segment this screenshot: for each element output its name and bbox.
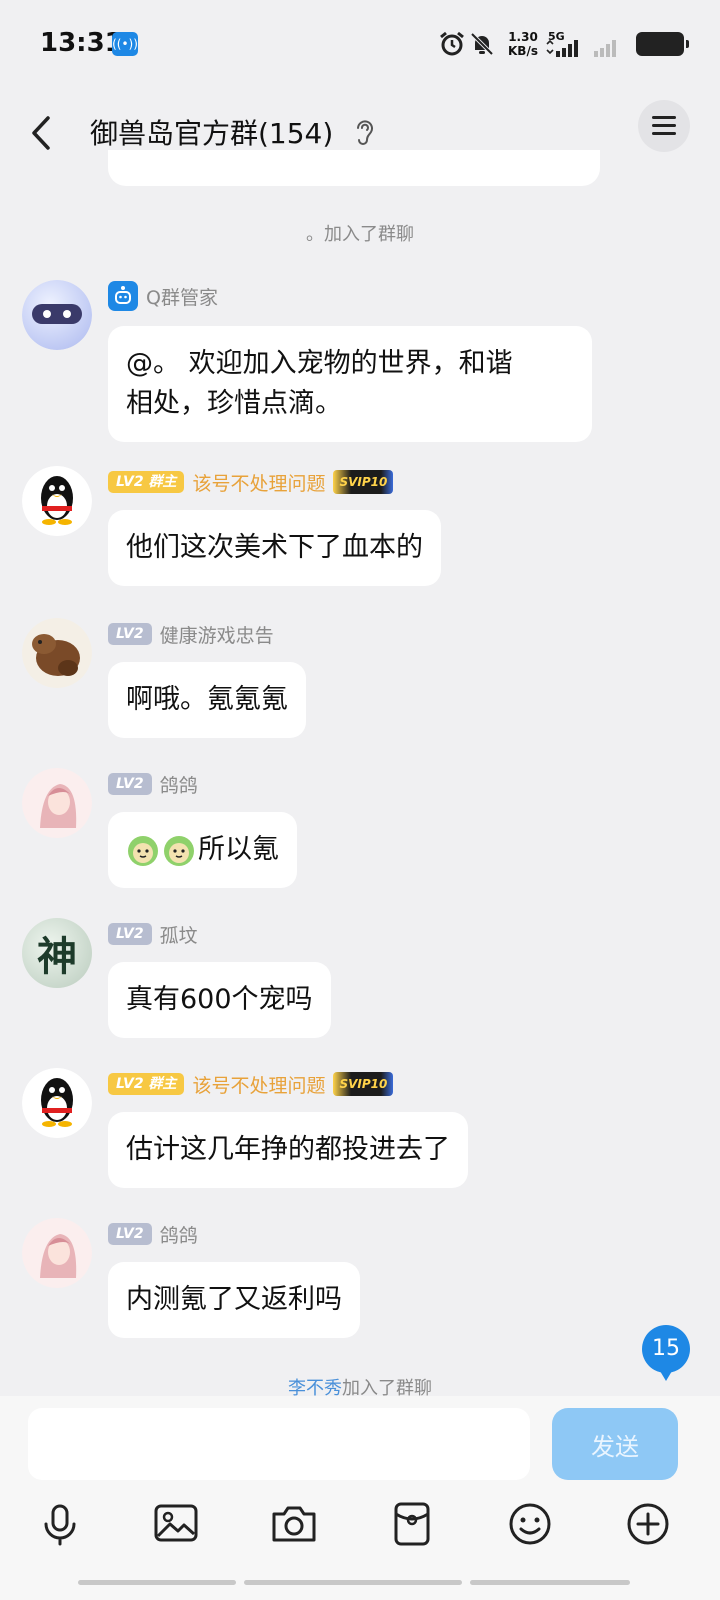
alarm-icon — [440, 31, 464, 56]
gesture-bar — [470, 1580, 630, 1585]
message-text: @。 欢迎加入宠物的世界，和谐 — [126, 348, 513, 379]
level-text: LV2 — [116, 474, 144, 490]
svip-badge: SVIP10 — [333, 1072, 394, 1096]
avatar[interactable] — [22, 1218, 92, 1288]
battery-icon — [636, 32, 689, 56]
svip-badge: SVIP10 — [333, 470, 394, 494]
message-bubble[interactable]: @。 欢迎加入宠物的世界，和谐 相处，珍惜点滴。 — [108, 326, 592, 442]
sender-name[interactable]: 孤坟 — [160, 921, 198, 948]
role-text: 群主 — [148, 1076, 177, 1092]
message-text: 所以氪 — [198, 834, 279, 865]
unread-count-badge[interactable]: 15 — [642, 1325, 690, 1381]
status-time: 13:31 — [40, 28, 123, 58]
robot-icon — [108, 281, 138, 311]
message-meta: LV2 孤坟 — [108, 920, 198, 948]
send-button[interactable]: 发送 — [552, 1408, 678, 1480]
sender-name[interactable]: 鸽鸽 — [160, 771, 198, 798]
input-area: 发送 — [0, 1396, 720, 1600]
avatar[interactable] — [22, 466, 92, 536]
mute-bell-icon — [470, 32, 494, 56]
ear-icon[interactable] — [352, 116, 376, 146]
system-message: 。加入了群聊 — [306, 224, 414, 245]
avatar[interactable] — [22, 1068, 92, 1138]
net-speed: 1.30 KB/s — [508, 30, 538, 58]
level-text: LV2 — [116, 1076, 144, 1092]
avatar[interactable] — [22, 768, 92, 838]
camera-icon[interactable] — [266, 1496, 322, 1552]
avatar[interactable] — [22, 280, 92, 350]
red-packet-icon[interactable] — [384, 1496, 440, 1552]
message-meta: LV2 鸽鸽 — [108, 770, 198, 798]
image-icon[interactable] — [148, 1496, 204, 1552]
sender-name[interactable]: 健康游戏忠告 — [160, 621, 274, 648]
level-badge: LV2 群主 — [108, 1073, 185, 1095]
sender-name[interactable]: Q群管家 — [146, 283, 218, 310]
level-badge: LV2 — [108, 623, 152, 645]
hotspot-icon: ((•)) — [112, 32, 138, 56]
message-bubble[interactable]: 他们这次美术下了血本的 — [108, 510, 441, 586]
signal-weak-icon — [594, 40, 616, 57]
message-input[interactable] — [28, 1408, 530, 1480]
gesture-bar — [78, 1580, 236, 1585]
sender-name[interactable]: 该号不处理问题 — [192, 469, 325, 496]
level-badge: LV2 — [108, 1223, 152, 1245]
role-text: 群主 — [148, 474, 177, 490]
back-button[interactable] — [22, 108, 62, 158]
plus-icon[interactable] — [620, 1496, 676, 1552]
net-speed-unit: KB/s — [508, 44, 538, 58]
input-toolbar — [0, 1496, 720, 1556]
message-meta: LV2 群主 该号不处理问题 SVIP10 — [108, 1070, 394, 1098]
cabbage-emoji-icon — [128, 836, 158, 866]
message-text: 相处，珍惜点滴。 — [126, 388, 342, 419]
menu-button[interactable] — [638, 100, 690, 152]
message-bubble[interactable]: 所以氪 — [108, 812, 297, 888]
net-speed-value: 1.30 — [508, 30, 538, 44]
menu-icon-bar — [652, 132, 676, 135]
sender-name[interactable]: 鸽鸽 — [160, 1221, 198, 1248]
status-bar: 13:31 ((•)) 1.30 KB/s 5G — [0, 0, 720, 90]
previous-bubble — [108, 150, 600, 186]
level-badge: LV2 — [108, 923, 152, 945]
sender-name[interactable]: 该号不处理问题 — [192, 1071, 325, 1098]
message-bubble[interactable]: 内测氪了又返利吗 — [108, 1262, 360, 1338]
page-title[interactable]: 御兽岛官方群(154) — [90, 112, 333, 152]
message-meta: LV2 群主 该号不处理问题 SVIP10 — [108, 468, 394, 496]
message-bubble[interactable]: 啊哦。氪氪氪 — [108, 662, 306, 738]
microphone-icon[interactable] — [32, 1496, 88, 1552]
message-meta: LV2 鸽鸽 — [108, 1220, 198, 1248]
avatar-text: 神 — [37, 933, 77, 980]
cabbage-emoji-icon — [164, 836, 194, 866]
signal-icon — [546, 39, 578, 57]
message-meta: LV2 健康游戏忠告 — [108, 620, 274, 648]
avatar[interactable] — [22, 618, 92, 688]
level-badge: LV2 — [108, 773, 152, 795]
menu-icon-bar — [652, 124, 676, 127]
message-meta: Q群管家 — [108, 281, 218, 311]
emoji-icon[interactable] — [502, 1496, 558, 1552]
menu-icon — [652, 116, 676, 119]
level-badge: LV2 群主 — [108, 471, 185, 493]
avatar[interactable]: 神 — [22, 918, 92, 988]
message-bubble[interactable]: 真有600个宠吗 — [108, 962, 331, 1038]
gesture-bar — [244, 1580, 462, 1585]
message-bubble[interactable]: 估计这几年挣的都投进去了 — [108, 1112, 468, 1188]
